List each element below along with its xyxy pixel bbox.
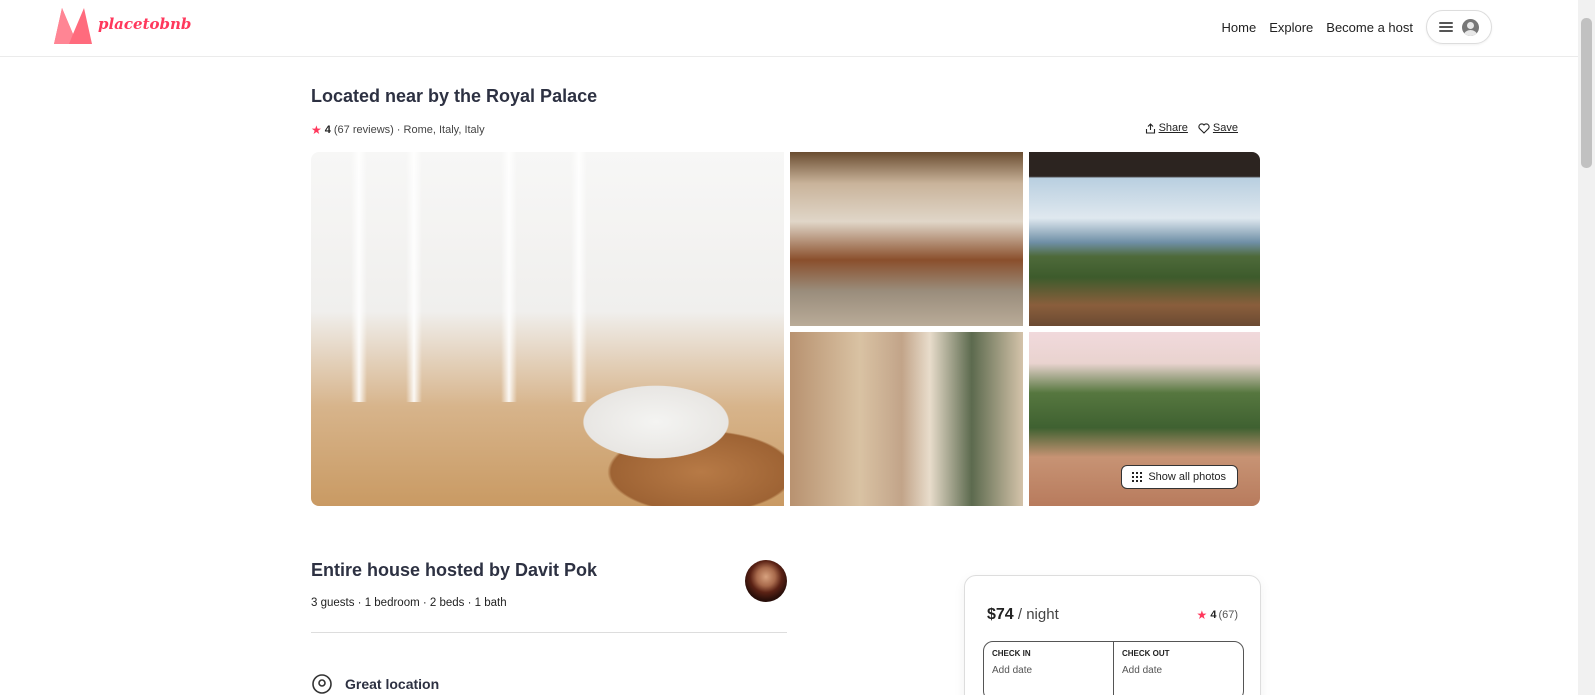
check-out-value: Add date (1122, 665, 1163, 676)
share-label: Share (1158, 122, 1188, 134)
top-header: placetobnb Home Explore Become a host (0, 0, 1578, 57)
price-unit: / night (1013, 606, 1059, 623)
user-icon (1462, 18, 1479, 36)
nav-home[interactable]: Home (1222, 20, 1257, 35)
booking-rating: ★ 4 (67) (1197, 608, 1238, 622)
photo-interior[interactable] (790, 332, 1023, 506)
location-pin-icon (312, 674, 332, 694)
listing-location[interactable]: · Rome, Italy, Italy (397, 124, 485, 136)
photo-gallery: Show all photos (311, 152, 1260, 506)
booking-rating-count[interactable]: (67) (1218, 609, 1238, 621)
nav-explore[interactable]: Explore (1269, 20, 1313, 35)
photo-terrace[interactable] (1029, 152, 1260, 326)
listing-meta: ★ 4 (67 reviews) · Rome, Italy, Italy (311, 123, 485, 137)
logo-icon (54, 8, 92, 44)
check-in-label: CHECK IN (992, 649, 1031, 658)
show-all-photos-label: Show all photos (1148, 471, 1226, 483)
save-label: Save (1212, 122, 1238, 134)
host-title: Entire house hosted by Davit Pok (311, 560, 598, 580)
date-picker: CHECK IN Add date CHECK OUT Add date (983, 641, 1244, 695)
price-per-night: $74 / night (987, 606, 1059, 624)
scrollbar-thumb[interactable] (1581, 18, 1592, 168)
save-button[interactable]: Save (1198, 122, 1238, 134)
booking-card: $74 / night ★ 4 (67) CHECK IN Add date C… (964, 575, 1261, 695)
listing-rating: 4 (324, 124, 331, 136)
user-menu-button[interactable] (1426, 10, 1492, 44)
grid-dots-icon (1132, 472, 1143, 482)
host-avatar[interactable] (745, 560, 787, 602)
nav-become-host[interactable]: Become a host (1326, 20, 1413, 35)
hamburger-icon (1439, 22, 1453, 32)
listing-actions: Share Save (1145, 122, 1238, 134)
photo-garden[interactable]: Show all photos (1029, 332, 1260, 506)
check-in-value: Add date (992, 665, 1033, 676)
check-out-field[interactable]: CHECK OUT Add date (1113, 642, 1243, 695)
section-divider (311, 632, 787, 633)
listing-details: 3 guests · 1 bedroom · 2 beds · 1 bath (311, 597, 507, 609)
photo-kitchen[interactable] (790, 152, 1023, 326)
star-icon: ★ (311, 123, 322, 137)
page-scrollbar[interactable] (1578, 0, 1595, 695)
brand-name: placetobnb (98, 15, 192, 33)
booking-rating-value: 4 (1210, 609, 1217, 621)
listing-title: Located near by the Royal Palace (311, 86, 598, 106)
share-icon (1145, 122, 1155, 134)
feature-great-location: Great location (311, 673, 439, 695)
price-amount: $74 (987, 606, 1014, 623)
brand-logo[interactable]: placetobnb (54, 8, 191, 44)
show-all-photos-button[interactable]: Show all photos (1121, 465, 1238, 489)
check-in-field[interactable]: CHECK IN Add date (984, 642, 1113, 695)
feature-label: Great location (345, 676, 440, 692)
star-icon: ★ (1196, 608, 1208, 622)
heart-icon (1198, 122, 1210, 134)
check-out-label: CHECK OUT (1122, 649, 1170, 658)
top-nav: Home Explore Become a host (1209, 10, 1492, 44)
listing-reviews[interactable]: (67 reviews) (334, 124, 394, 136)
photo-main[interactable] (311, 152, 784, 506)
share-button[interactable]: Share (1145, 122, 1188, 134)
